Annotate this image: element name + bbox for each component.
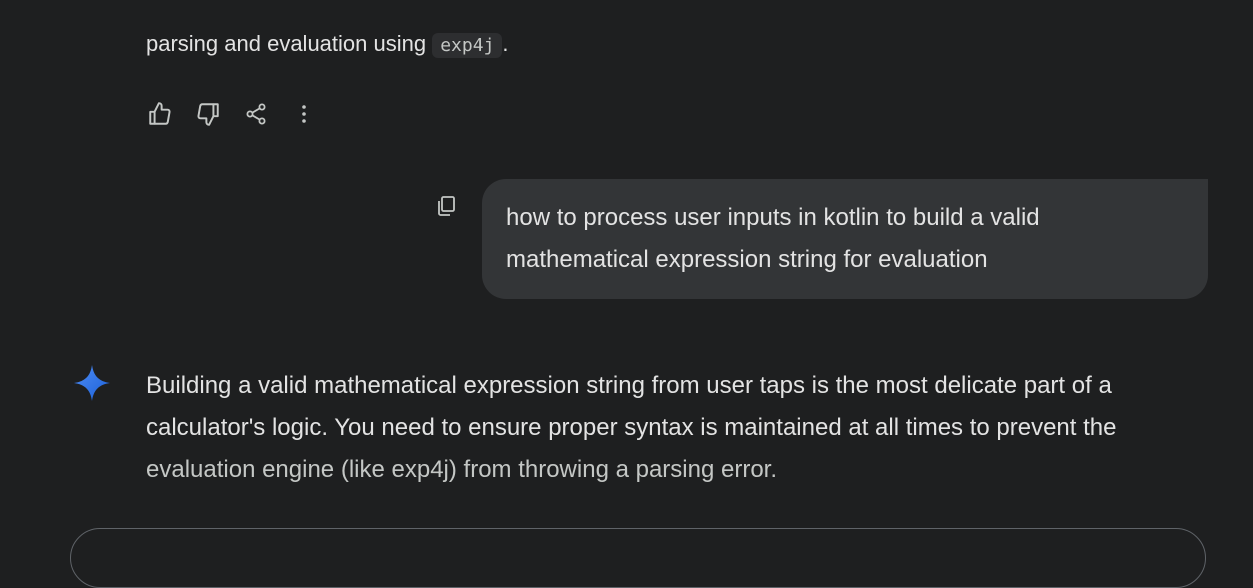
gemini-sparkle-icon xyxy=(73,364,111,402)
share-icon xyxy=(246,103,266,125)
user-message-line: how to process user inputs in kotlin to … xyxy=(506,204,1040,231)
more-options-button[interactable] xyxy=(288,98,320,130)
user-message-line: mathematical expression string for evalu… xyxy=(506,246,988,273)
assistant-response-line: Building a valid mathematical expression… xyxy=(146,372,1112,399)
copy-icon xyxy=(438,196,455,216)
previous-response-text-end: . xyxy=(502,31,509,56)
user-message-bubble: how to process user inputs in kotlin to … xyxy=(482,179,1208,299)
thumbs-down-icon xyxy=(197,103,219,126)
response-actions xyxy=(144,98,320,130)
inline-code: exp4j xyxy=(432,33,503,58)
previous-response-text: parsing and evaluation using exp4j. xyxy=(146,26,509,64)
thumbs-down-button[interactable] xyxy=(192,98,224,130)
assistant-response: Building a valid mathematical expression… xyxy=(146,365,1166,491)
previous-response-text-start: parsing and evaluation using xyxy=(146,31,433,56)
share-button[interactable] xyxy=(240,98,272,130)
thumbs-up-button[interactable] xyxy=(144,98,176,130)
assistant-response-line: evaluation engine (like exp4j) from thro… xyxy=(146,456,777,483)
thumbs-up-icon xyxy=(149,102,171,125)
assistant-response-line: calculator's logic. You need to ensure p… xyxy=(146,414,1117,441)
prompt-input-box[interactable] xyxy=(70,528,1206,588)
more-vert-icon xyxy=(302,105,306,123)
copy-prompt-button[interactable] xyxy=(432,192,460,220)
